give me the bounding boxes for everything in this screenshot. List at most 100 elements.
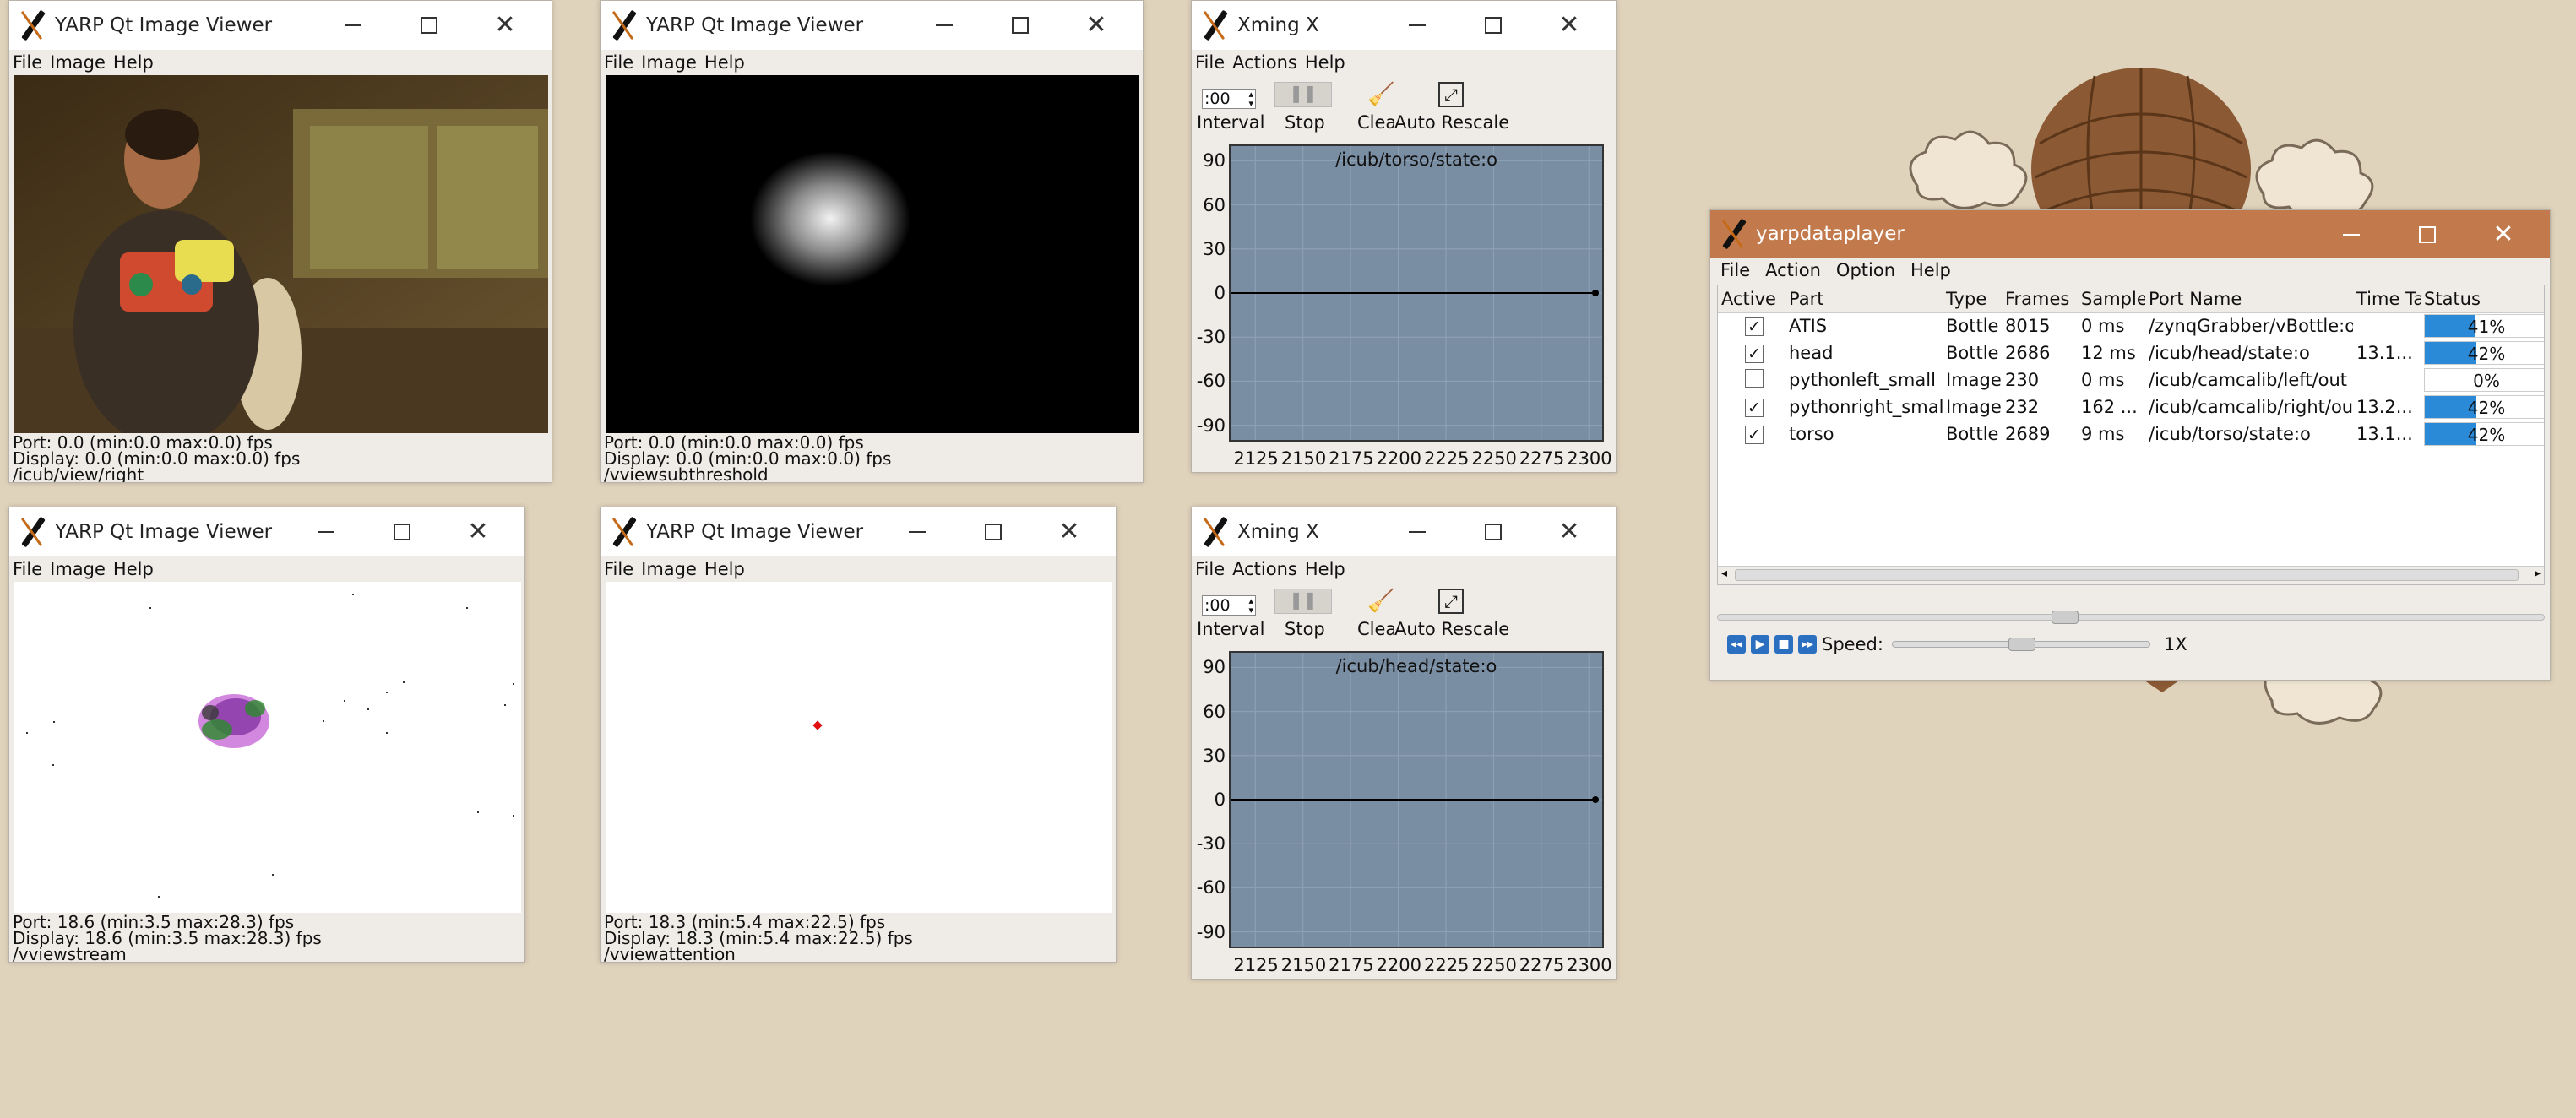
menu-help[interactable]: Help <box>1910 260 1951 280</box>
minimize-button[interactable] <box>2313 210 2389 259</box>
broom-icon[interactable]: 🧹 <box>1367 82 1394 107</box>
stop-label[interactable]: Stop <box>1285 112 1325 133</box>
active-checkbox[interactable]: ✓ <box>1745 399 1764 417</box>
menu-file[interactable]: File <box>1195 559 1225 579</box>
rewind-button[interactable]: ◂◂ <box>1727 635 1746 654</box>
menu-image[interactable]: Image <box>641 52 697 73</box>
stop-label[interactable]: Stop <box>1285 619 1325 639</box>
col-sample[interactable]: Sample <box>2078 285 2145 312</box>
active-checkbox[interactable]: ✓ <box>1745 345 1764 363</box>
menu-image[interactable]: Image <box>50 559 106 579</box>
active-checkbox[interactable]: ✓ <box>1745 426 1764 444</box>
menu-image[interactable]: Image <box>50 52 106 73</box>
timeline-handle[interactable] <box>2052 611 2079 624</box>
title-bar[interactable]: YARP Qt Image Viewer ✕ <box>9 507 524 556</box>
speed-handle[interactable] <box>2008 638 2035 651</box>
table-row[interactable]: pythonleft_small Image 230 0 ms/icub/camcal… <box>1718 366 2544 393</box>
interval-spinbox[interactable]: :00 ▴ ▾ <box>1202 89 1256 109</box>
minimize-button[interactable] <box>879 507 955 556</box>
title-bar[interactable]: YARP Qt Image Viewer ✕ <box>9 1 552 50</box>
speed-slider[interactable] <box>1891 638 2150 651</box>
minimize-button[interactable] <box>315 1 391 50</box>
maximize-button[interactable] <box>1455 507 1531 556</box>
display-fps: Display: 18.3 (min:5.4 max:22.5) fps <box>604 931 913 947</box>
menu-file[interactable]: File <box>13 559 42 579</box>
col-active[interactable]: Active <box>1718 285 1785 312</box>
col-frames[interactable]: Frames <box>2002 285 2078 312</box>
scroll-right-icon[interactable]: ▸ <box>2535 567 2541 580</box>
scroll-left-icon[interactable]: ◂ <box>1721 567 1727 580</box>
auto-rescale-label[interactable]: Auto Rescale <box>1394 619 1510 639</box>
menu-help[interactable]: Help <box>113 559 154 579</box>
menu-file[interactable]: File <box>13 52 42 73</box>
menu-file[interactable]: File <box>1720 260 1750 280</box>
menu-file[interactable]: File <box>1195 52 1225 73</box>
auto-rescale-label[interactable]: Auto Rescale <box>1394 112 1510 133</box>
maximize-button[interactable] <box>391 1 467 50</box>
close-button[interactable]: ✕ <box>1058 1 1134 50</box>
x-tick-label: 2250 <box>1471 955 1517 975</box>
table-row[interactable]: ✓ torso Bottle 2689 9 ms/icub/torso/state:o 1… <box>1718 421 2544 448</box>
col-port-name[interactable]: Port Name <box>2145 285 2353 312</box>
minimize-button[interactable] <box>906 1 982 50</box>
active-checkbox[interactable]: ✓ <box>1745 317 1764 337</box>
col-part[interactable]: Part <box>1785 285 1943 312</box>
title-bar[interactable]: yarpdataplayer ✕ <box>1710 210 2550 258</box>
menu-option[interactable]: Option <box>1836 260 1895 280</box>
active-checkbox[interactable] <box>1745 368 1764 388</box>
maximize-button[interactable] <box>364 507 440 556</box>
menu-help[interactable]: Help <box>1305 559 1345 579</box>
menu-file[interactable]: File <box>604 52 633 73</box>
time-cell: 13.2... <box>2356 397 2413 417</box>
maximize-button[interactable] <box>1455 1 1531 50</box>
pause-button[interactable]: ❚❚ <box>1274 589 1332 614</box>
rescale-icon[interactable]: ⤢ <box>1438 82 1464 107</box>
menu-help[interactable]: Help <box>704 52 745 73</box>
title-bar[interactable]: YARP Qt Image Viewer ✕ <box>601 507 1116 556</box>
minimize-button[interactable] <box>288 507 364 556</box>
close-button[interactable]: ✕ <box>440 507 516 556</box>
horizontal-scrollbar[interactable]: ◂ ▸ <box>1718 566 2544 584</box>
table-row[interactable]: ✓ ATIS Bottle 8015 0 ms/zynqGrabber/vBottle:… <box>1718 312 2544 339</box>
close-button[interactable]: ✕ <box>1531 507 1607 556</box>
menu-actions[interactable]: Actions <box>1232 52 1297 73</box>
menu-help[interactable]: Help <box>1305 52 1345 73</box>
menu-action[interactable]: Action <box>1765 260 1821 280</box>
minimize-button[interactable] <box>1379 1 1455 50</box>
menu-actions[interactable]: Actions <box>1232 559 1297 579</box>
close-button[interactable]: ✕ <box>2465 210 2541 259</box>
title-bar[interactable]: Xming X ✕ <box>1192 1 1616 50</box>
col-time[interactable]: Time Ta <box>2353 285 2421 312</box>
timeline-slider[interactable] <box>1717 611 2545 624</box>
minimize-icon <box>1409 531 1426 533</box>
close-button[interactable]: ✕ <box>1531 1 1607 50</box>
col-status[interactable]: Status <box>2421 285 2544 312</box>
maximize-button[interactable] <box>2389 210 2465 259</box>
close-button[interactable]: ✕ <box>1031 507 1107 556</box>
forward-button[interactable]: ▸▸ <box>1798 635 1817 654</box>
maximize-button[interactable] <box>955 507 1031 556</box>
menu-help[interactable]: Help <box>704 559 745 579</box>
title-bar[interactable]: YARP Qt Image Viewer ✕ <box>601 1 1143 50</box>
table-row[interactable]: ✓ pythonright_small Image 232 162 ... /icub/c… <box>1718 393 2544 421</box>
maximize-button[interactable] <box>982 1 1058 50</box>
table-row[interactable]: ✓ head Bottle 2686 12 ms/icub/head/state:o 13… <box>1718 339 2544 366</box>
menu-help[interactable]: Help <box>113 52 154 73</box>
progress-text: 41% <box>2467 317 2506 338</box>
status-progress-bar: 42% <box>2424 395 2544 419</box>
pause-button[interactable]: ❚❚ <box>1274 82 1332 107</box>
interval-spinbox[interactable]: :00 ▴ ▾ <box>1202 595 1256 616</box>
minimize-button[interactable] <box>1379 507 1455 556</box>
scrollbar-handle[interactable] <box>1735 569 2519 581</box>
menu-image[interactable]: Image <box>641 559 697 579</box>
broom-icon[interactable]: 🧹 <box>1367 589 1394 614</box>
menu-file[interactable]: File <box>604 559 633 579</box>
stop-button[interactable]: ■ <box>1774 635 1793 654</box>
play-button[interactable]: ▶ <box>1751 635 1769 654</box>
title-bar[interactable]: Xming X ✕ <box>1192 507 1616 556</box>
x-tick-label: 2300 <box>1567 955 1612 975</box>
close-button[interactable]: ✕ <box>467 1 543 50</box>
col-type[interactable]: Type <box>1943 285 2002 312</box>
rescale-icon[interactable]: ⤢ <box>1438 589 1464 614</box>
type-cell: Bottle <box>1946 424 1999 444</box>
